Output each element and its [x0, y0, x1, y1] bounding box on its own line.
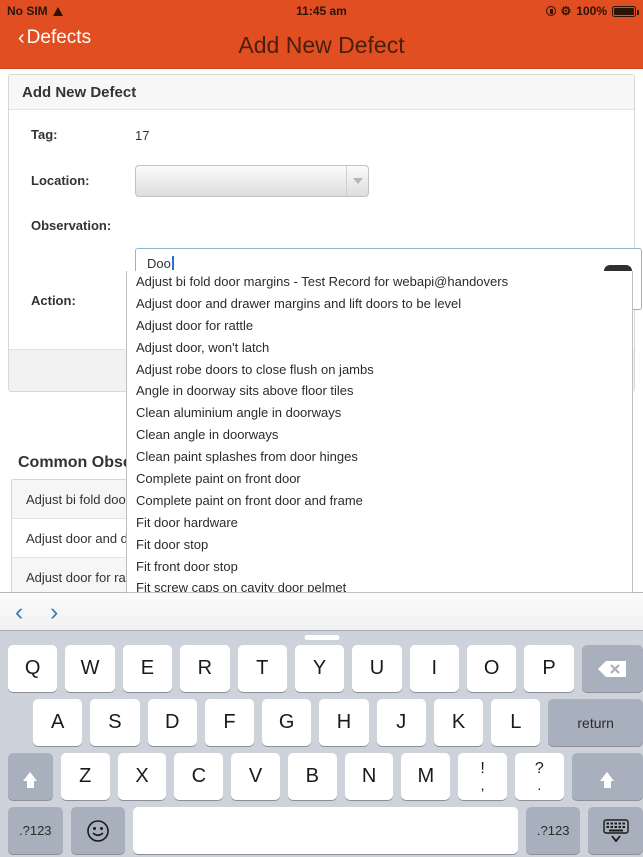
keyboard-grabber-handle[interactable]: [304, 635, 339, 640]
tag-value: 17: [135, 128, 150, 143]
autocomplete-item[interactable]: Fit door stop: [127, 534, 632, 556]
backspace-icon: [598, 660, 627, 677]
autocomplete-item[interactable]: Adjust door, won't latch: [127, 337, 632, 359]
key-question-period[interactable]: ?.: [515, 753, 564, 800]
key-q[interactable]: Q: [8, 645, 58, 692]
shift-icon: [23, 772, 38, 788]
on-screen-keyboard: QWERTYUIOP A S D F G H J K Lreturn Z X C V B N M!,?. .…: [0, 631, 643, 857]
status-bar-right: ⚙ 100%: [545, 4, 639, 18]
observation-label: Observation:: [31, 218, 112, 233]
key-r[interactable]: R: [180, 645, 230, 692]
location-label: Location:: [31, 173, 90, 188]
key-i[interactable]: I: [409, 645, 459, 692]
autocomplete-item[interactable]: Fit front door stop: [127, 556, 632, 578]
key-c[interactable]: C: [174, 753, 224, 800]
key-o[interactable]: O: [467, 645, 517, 692]
key-exclamation-comma[interactable]: !,: [458, 753, 507, 800]
key-h[interactable]: H: [319, 699, 369, 746]
shift-key-right[interactable]: [571, 753, 643, 800]
space-key[interactable]: [133, 807, 518, 854]
location-select[interactable]: [135, 165, 369, 197]
key-a[interactable]: A: [33, 699, 83, 746]
autocomplete-item[interactable]: Clean aluminium angle in doorways: [127, 402, 632, 424]
key-n[interactable]: N: [344, 753, 394, 800]
shift-key-left[interactable]: [8, 753, 53, 800]
key-k[interactable]: K: [433, 699, 484, 746]
key-b[interactable]: B: [287, 753, 337, 800]
numeric-key-left[interactable]: .?123: [8, 807, 63, 854]
autocomplete-item[interactable]: Complete paint on front door and frame: [127, 490, 632, 512]
key-z[interactable]: Z: [60, 753, 110, 800]
text-caret: [171, 256, 174, 270]
rotation-lock-icon: [545, 6, 556, 16]
battery-icon: [612, 5, 639, 17]
return-key[interactable]: return: [548, 699, 643, 746]
page-content: Add New Defect Tag: 17 Location: Observa…: [0, 69, 643, 598]
autocomplete-item[interactable]: Clean angle in doorways: [127, 424, 632, 446]
autocomplete-item[interactable]: Adjust door for rattle: [127, 315, 632, 337]
numeric-key-right[interactable]: .?123: [525, 807, 581, 854]
key-d[interactable]: D: [147, 699, 197, 746]
autocomplete-item[interactable]: Clean paint splashes from door hinges: [127, 446, 632, 468]
key-w[interactable]: W: [65, 645, 115, 692]
hide-keyboard-key[interactable]: [588, 807, 643, 854]
key-j[interactable]: J: [376, 699, 426, 746]
autocomplete-item[interactable]: Fit door hardware: [127, 512, 632, 534]
autocomplete-item[interactable]: Angle in doorway sits above floor tiles: [127, 380, 632, 402]
nav-bar: ‹ Defects Add New Defect: [0, 22, 643, 69]
app-root: No SIM 11:45 am ⚙ 100% ‹ Defects Add New…: [0, 0, 643, 857]
autocomplete-item[interactable]: Adjust bi fold door margins - Test Recor…: [127, 271, 632, 293]
autocomplete-item[interactable]: Adjust robe doors to close flush on jamb…: [127, 359, 632, 381]
key-l[interactable]: L: [491, 699, 541, 746]
next-field-button[interactable]: ›: [50, 599, 58, 625]
key-v[interactable]: V: [231, 753, 280, 800]
bluetooth-icon: ⚙: [560, 4, 572, 18]
key-g[interactable]: G: [262, 699, 312, 746]
card-header: Add New Defect: [9, 75, 634, 110]
status-bar: No SIM 11:45 am ⚙ 100%: [0, 0, 643, 22]
key-y[interactable]: Y: [294, 645, 345, 692]
key-e[interactable]: E: [122, 645, 173, 692]
action-label: Action:: [31, 293, 76, 308]
backspace-key[interactable]: [581, 645, 643, 692]
shift-icon: [600, 772, 615, 788]
page-title: Add New Defect: [238, 32, 405, 58]
emoji-key[interactable]: [70, 807, 126, 854]
autocomplete-item[interactable]: Complete paint on front door: [127, 468, 632, 490]
key-f[interactable]: F: [204, 699, 255, 746]
emoji-icon: [87, 819, 109, 842]
key-t[interactable]: T: [237, 645, 287, 692]
observation-autocomplete-list[interactable]: Adjust bi fold door margins - Test Recor…: [126, 271, 633, 593]
key-m[interactable]: M: [401, 753, 451, 800]
chevron-down-icon: [346, 166, 368, 196]
keyboard-accessory-bar: ‹ ›: [0, 592, 643, 631]
observation-text: Doo: [147, 256, 174, 271]
previous-field-button[interactable]: ‹: [15, 599, 23, 625]
autocomplete-item[interactable]: Fit screw caps on cavity door pelmet: [127, 577, 632, 592]
key-x[interactable]: X: [117, 753, 167, 800]
battery-percent-label: 100%: [576, 4, 607, 18]
autocomplete-item[interactable]: Adjust door and drawer margins and lift …: [127, 293, 632, 315]
tag-label: Tag:: [31, 127, 58, 142]
key-p[interactable]: P: [524, 645, 574, 692]
hide-keyboard-icon: [603, 818, 629, 842]
key-s[interactable]: S: [90, 699, 140, 746]
key-u[interactable]: U: [352, 645, 402, 692]
